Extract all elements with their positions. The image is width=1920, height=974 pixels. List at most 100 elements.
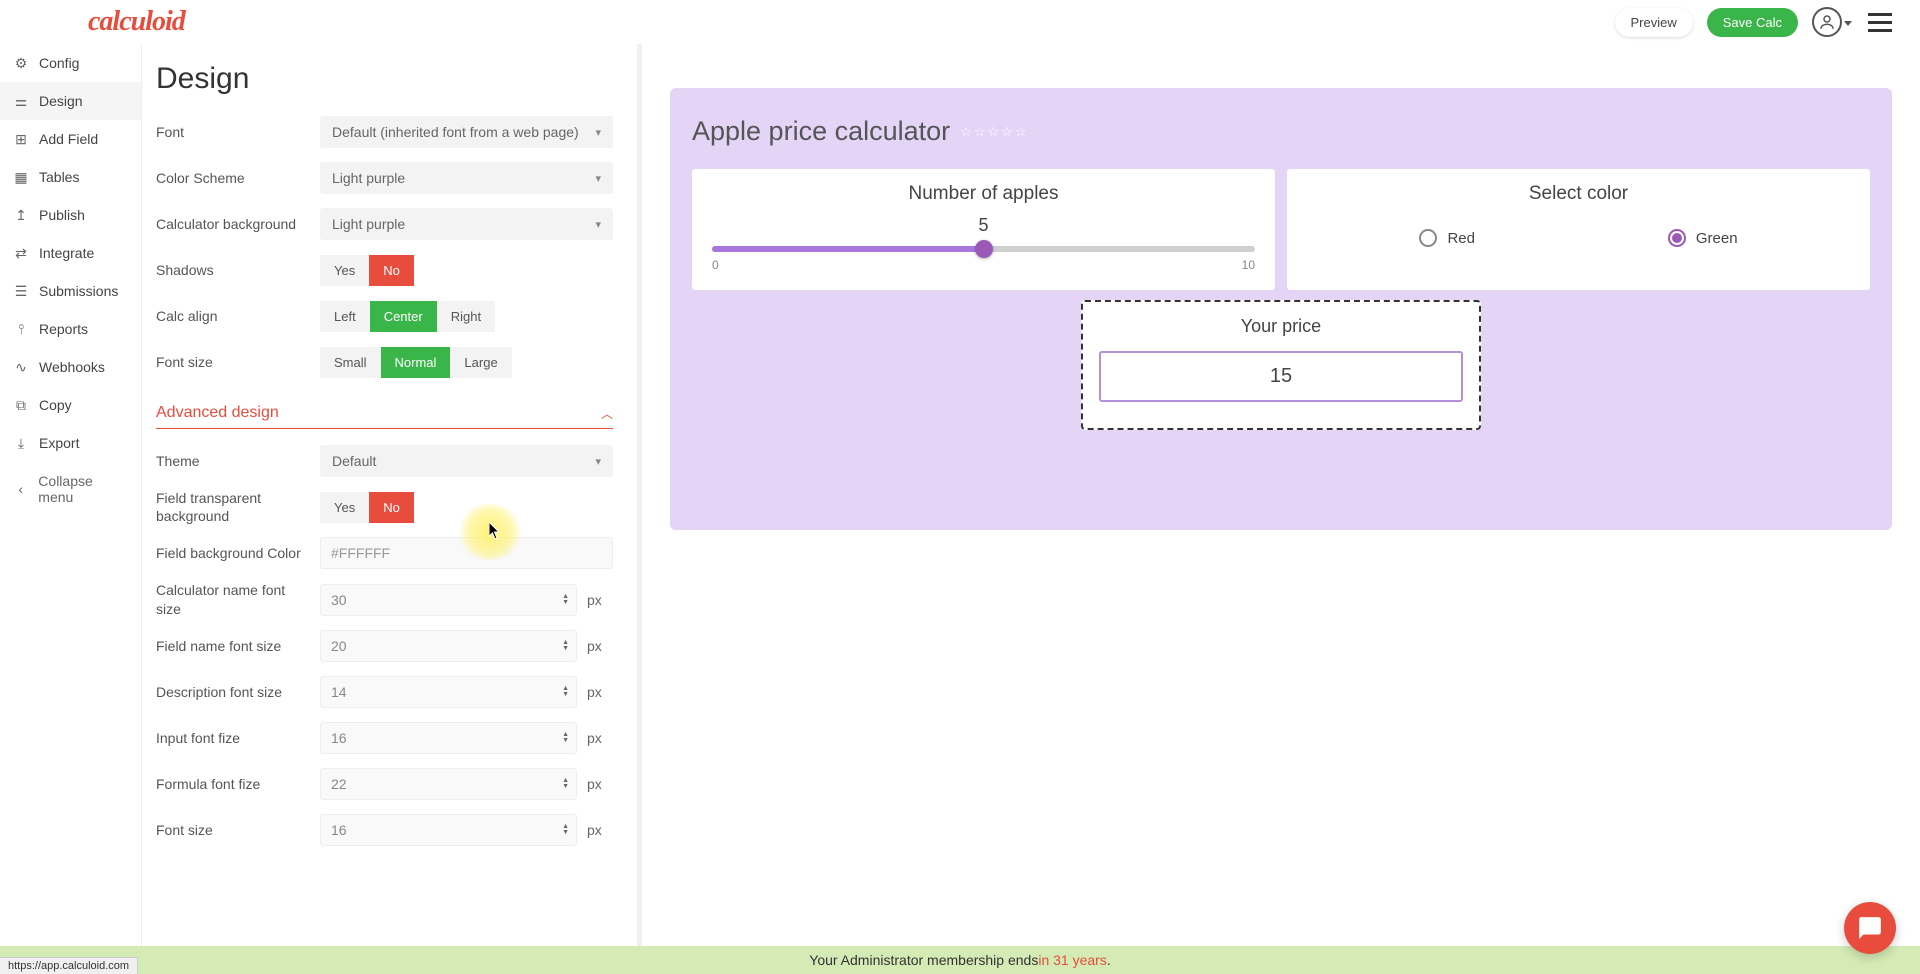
sidebar-item-config[interactable]: ⚙ Config xyxy=(0,44,141,82)
calcname-fs-input[interactable] xyxy=(320,584,577,616)
desc-fs-label: Description font size xyxy=(156,683,320,701)
sidebar-item-export[interactable]: ⤓ Export xyxy=(0,424,141,462)
number-of-apples-field[interactable]: Number of apples 5 0 10 xyxy=(692,169,1275,290)
shadows-yes-option[interactable]: Yes xyxy=(320,255,369,286)
font-select[interactable]: Default (inherited font from a web page)… xyxy=(320,116,613,148)
radio-option-green[interactable]: Green xyxy=(1668,229,1738,247)
transparent-bg-toggle: Yes No xyxy=(320,492,414,523)
sidebar-label: Export xyxy=(39,435,79,451)
sidebar-item-add-field[interactable]: ⊞ Add Field xyxy=(0,120,141,158)
theme-select[interactable]: Default ▾ xyxy=(320,445,613,477)
align-left-option[interactable]: Left xyxy=(320,301,370,332)
select-color-field[interactable]: Select color Red Green xyxy=(1287,169,1870,290)
fontsize2-input[interactable] xyxy=(320,814,577,846)
chevron-down-icon: ▾ xyxy=(595,218,601,231)
header-actions: Preview Save Calc xyxy=(1615,7,1893,37)
star-icon: ☆ xyxy=(987,124,999,140)
formula-fs-label: Formula font fize xyxy=(156,775,320,793)
chat-fab-button[interactable] xyxy=(1844,902,1896,954)
sidebar-label: Reports xyxy=(39,321,88,337)
transparent-yes-option[interactable]: Yes xyxy=(320,492,369,523)
hamburger-menu-icon[interactable] xyxy=(1868,13,1892,32)
fontsize-large-option[interactable]: Large xyxy=(450,347,511,378)
sidebar-label: Config xyxy=(39,55,79,71)
sidebar-item-copy[interactable]: ⧉ Copy xyxy=(0,386,141,424)
field-bg-color-input[interactable] xyxy=(320,537,613,569)
design-settings-panel: Design Font Default (inherited font from… xyxy=(142,44,642,946)
star-icon: ☆ xyxy=(1015,124,1027,140)
formula-fs-input[interactable] xyxy=(320,768,577,800)
save-calc-button[interactable]: Save Calc xyxy=(1707,8,1798,37)
color-scheme-select[interactable]: Light purple ▾ xyxy=(320,162,613,194)
fontsize-small-option[interactable]: Small xyxy=(320,347,381,378)
sidebar-label: Submissions xyxy=(39,283,118,299)
slider-track[interactable] xyxy=(712,246,1255,252)
sidebar-nav: ⚙ Config ⚌ Design ⊞ Add Field ▦ Tables ↥… xyxy=(0,44,142,946)
shadows-label: Shadows xyxy=(156,261,320,279)
preview-button[interactable]: Preview xyxy=(1615,8,1693,37)
align-center-option[interactable]: Center xyxy=(370,301,437,332)
input-fs-label: Input font fize xyxy=(156,729,320,747)
calculator-preview: Apple price calculator ☆ ☆ ☆ ☆ ☆ Number … xyxy=(670,88,1892,530)
sidebar-label: Collapse menu xyxy=(38,473,127,505)
transparent-bg-label: Field transparent background xyxy=(156,489,320,525)
number-spinner-icon[interactable]: ▲▼ xyxy=(562,686,569,698)
main-layout: ⚙ Config ⚌ Design ⊞ Add Field ▦ Tables ↥… xyxy=(0,44,1920,946)
chevron-down-icon: ▾ xyxy=(595,172,601,185)
sidebar-label: Publish xyxy=(39,207,85,223)
radio-option-red[interactable]: Red xyxy=(1419,229,1475,247)
radio-circle-icon xyxy=(1419,229,1437,247)
sidebar-item-tables[interactable]: ▦ Tables xyxy=(0,158,141,196)
your-price-field[interactable]: Your price 15 xyxy=(1081,300,1481,430)
sidebar-item-publish[interactable]: ↥ Publish xyxy=(0,196,141,234)
calc-align-toggle: Left Center Right xyxy=(320,301,495,332)
desc-fs-input[interactable] xyxy=(320,676,577,708)
arrow-up-icon: ↥ xyxy=(14,208,28,222)
star-icon: ☆ xyxy=(960,124,972,140)
sidebar-item-reports[interactable]: ⫯ Reports xyxy=(0,310,141,348)
slider-control: 5 0 10 xyxy=(708,215,1259,272)
app-header: calculoid Preview Save Calc xyxy=(0,0,1920,44)
footer-text-suffix: . xyxy=(1107,952,1111,968)
field-bg-color-label: Field background Color xyxy=(156,544,320,562)
sidebar-item-design[interactable]: ⚌ Design xyxy=(0,82,141,120)
section-title: Advanced design xyxy=(156,404,279,422)
radio-label: Green xyxy=(1696,230,1738,247)
logo[interactable]: calculoid xyxy=(88,6,185,38)
browser-status-url: https://app.calculoid.com xyxy=(0,957,138,974)
panel-title: Design xyxy=(156,62,613,96)
number-spinner-icon[interactable]: ▲▼ xyxy=(562,732,569,744)
slider-thumb[interactable] xyxy=(975,240,993,258)
plus-box-icon: ⊞ xyxy=(14,132,28,146)
number-spinner-icon[interactable]: ▲▼ xyxy=(562,594,569,606)
shadows-no-option[interactable]: No xyxy=(369,255,414,286)
chevron-up-icon: ︿ xyxy=(601,405,613,422)
copy-icon: ⧉ xyxy=(14,398,28,412)
sidebar-item-webhooks[interactable]: ∿ Webhooks xyxy=(0,348,141,386)
result-value: 15 xyxy=(1099,351,1463,402)
calc-bg-select[interactable]: Light purple ▾ xyxy=(320,208,613,240)
sidebar-item-integrate[interactable]: ⇄ Integrate xyxy=(0,234,141,272)
link-icon: ⇄ xyxy=(14,246,28,260)
slider-range-labels: 0 10 xyxy=(712,258,1255,272)
transparent-no-option[interactable]: No xyxy=(369,492,414,523)
number-spinner-icon[interactable]: ▲▼ xyxy=(562,824,569,836)
user-menu-icon[interactable] xyxy=(1812,7,1842,37)
sidebar-item-submissions[interactable]: ☰ Submissions xyxy=(0,272,141,310)
advanced-design-header[interactable]: Advanced design ︿ xyxy=(156,390,613,429)
sidebar-label: Add Field xyxy=(39,131,98,147)
number-spinner-icon[interactable]: ▲▼ xyxy=(562,640,569,652)
sidebar-label: Webhooks xyxy=(39,359,105,375)
select-value: Default (inherited font from a web page) xyxy=(332,124,579,140)
unit-label: px xyxy=(587,638,613,654)
fontsize-normal-option[interactable]: Normal xyxy=(381,347,451,378)
number-spinner-icon[interactable]: ▲▼ xyxy=(562,778,569,790)
gear-icon: ⚙ xyxy=(14,56,28,70)
calc-bg-label: Calculator background xyxy=(156,215,320,233)
sidebar-collapse-menu[interactable]: ‹ Collapse menu xyxy=(0,462,141,516)
input-fs-input[interactable] xyxy=(320,722,577,754)
star-icon: ☆ xyxy=(1001,124,1013,140)
align-right-option[interactable]: Right xyxy=(437,301,495,332)
fieldname-fs-input[interactable] xyxy=(320,630,577,662)
rating-stars[interactable]: ☆ ☆ ☆ ☆ ☆ xyxy=(960,124,1026,140)
